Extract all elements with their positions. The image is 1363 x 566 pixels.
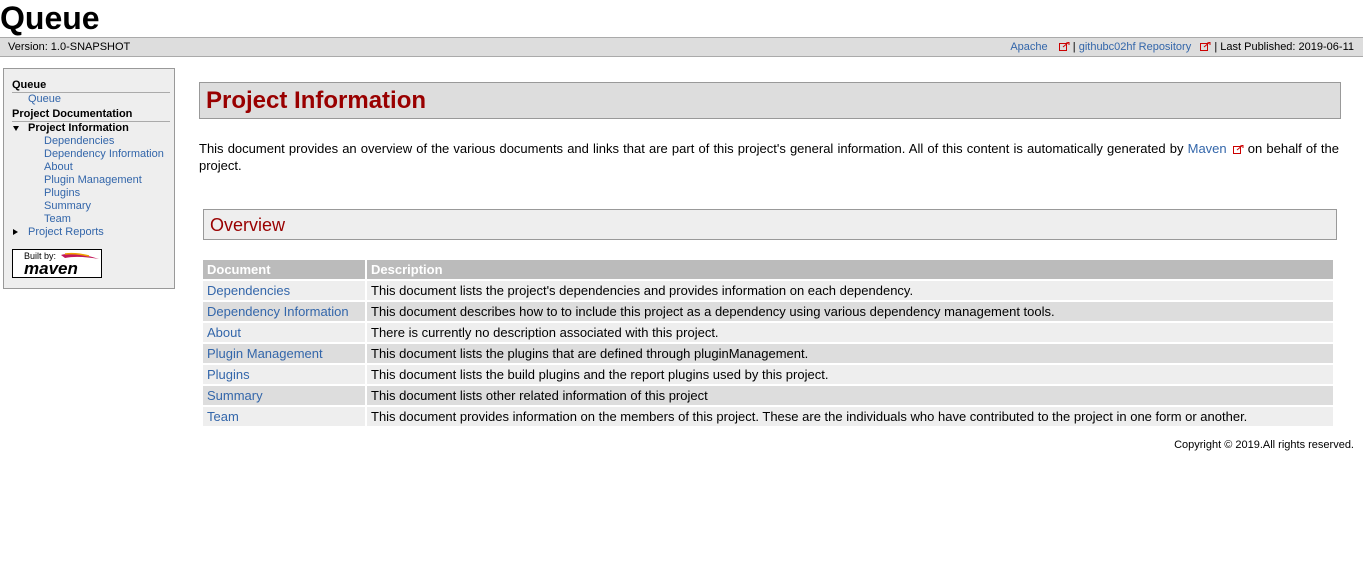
table-header-row: Document Description bbox=[203, 260, 1333, 279]
table-row: Dependency Information This document des… bbox=[203, 302, 1333, 321]
sidebar-item-plugin-management[interactable]: Plugin Management bbox=[44, 174, 142, 187]
description-cell: This document lists the build plugins an… bbox=[367, 365, 1333, 384]
last-published: Last Published: 2019-06-11 bbox=[1220, 41, 1354, 53]
sidebar-item-team[interactable]: Team bbox=[44, 213, 71, 226]
separator: | bbox=[1214, 41, 1218, 53]
collapsed-arrow-icon bbox=[13, 229, 18, 235]
intro-text: This document provides an overview of th… bbox=[199, 141, 1188, 156]
sidebar-item-project-reports[interactable]: Project Reports bbox=[28, 226, 104, 239]
external-link-icon bbox=[1232, 141, 1244, 154]
sidebar: Queue Queue Project Documentation Projec… bbox=[3, 68, 175, 289]
version-label: Version: 1.0-SNAPSHOT bbox=[8, 41, 131, 53]
page-heading: Project Information bbox=[199, 82, 1341, 119]
description-cell: This document lists the plugins that are… bbox=[367, 344, 1333, 363]
external-link-icon bbox=[1200, 39, 1211, 51]
document-link-dependencies[interactable]: Dependencies bbox=[207, 283, 290, 298]
column-header-description: Description bbox=[367, 260, 1333, 279]
sidebar-item-plugins[interactable]: Plugins bbox=[44, 187, 80, 200]
sidebar-item-project-information[interactable]: Project Information bbox=[28, 122, 129, 135]
document-link-plugins[interactable]: Plugins bbox=[207, 367, 250, 382]
document-link-summary[interactable]: Summary bbox=[207, 388, 263, 403]
sidebar-section-queue: Queue bbox=[12, 79, 170, 93]
breadcrumb-bar: Version: 1.0-SNAPSHOT Apache | githubc02… bbox=[0, 37, 1363, 57]
document-link-dependency-information[interactable]: Dependency Information bbox=[207, 304, 349, 319]
description-cell: This document lists other related inform… bbox=[367, 386, 1333, 405]
sidebar-section-project-documentation: Project Documentation bbox=[12, 108, 170, 122]
document-link-about[interactable]: About bbox=[207, 325, 241, 340]
repository-link[interactable]: githubc02hf Repository bbox=[1079, 41, 1192, 53]
external-link-icon bbox=[1058, 39, 1070, 51]
overview-title: Overview bbox=[210, 215, 286, 235]
description-cell: This document lists the project's depend… bbox=[367, 281, 1333, 300]
sidebar-item-dependency-information[interactable]: Dependency Information bbox=[44, 148, 164, 161]
sidebar-item-queue[interactable]: Queue bbox=[28, 93, 61, 106]
description-cell: This document provides information on th… bbox=[367, 407, 1333, 426]
expanded-arrow-icon bbox=[13, 126, 19, 131]
table-row: Summary This document lists other relate… bbox=[203, 386, 1333, 405]
maven-link[interactable]: Maven bbox=[1188, 141, 1227, 156]
separator: | bbox=[1072, 41, 1076, 53]
documents-table: Document Description Dependencies This d… bbox=[201, 258, 1335, 428]
table-row: About There is currently no description … bbox=[203, 323, 1333, 342]
built-by-maven-logo[interactable]: Built by: maven bbox=[12, 249, 102, 278]
breadcrumb-right: Apache | githubc02hf Repository | Last P… bbox=[1010, 38, 1354, 56]
overview-heading: Overview bbox=[203, 209, 1337, 240]
maven-logo-icon: maven bbox=[24, 252, 99, 277]
document-link-plugin-management[interactable]: Plugin Management bbox=[207, 346, 323, 361]
site-title: Queue bbox=[0, 0, 100, 36]
sidebar-item-about[interactable]: About bbox=[44, 161, 73, 174]
copyright-footer: Copyright © 2019.All rights reserved. bbox=[1174, 439, 1354, 451]
intro-paragraph: This document provides an overview of th… bbox=[199, 140, 1339, 174]
table-row: Plugins This document lists the build pl… bbox=[203, 365, 1333, 384]
description-cell: This document describes how to to includ… bbox=[367, 302, 1333, 321]
apache-link[interactable]: Apache bbox=[1010, 41, 1047, 53]
sidebar-item-dependencies[interactable]: Dependencies bbox=[44, 135, 114, 148]
table-row: Dependencies This document lists the pro… bbox=[203, 281, 1333, 300]
table-row: Team This document provides information … bbox=[203, 407, 1333, 426]
description-cell: There is currently no description associ… bbox=[367, 323, 1333, 342]
table-row: Plugin Management This document lists th… bbox=[203, 344, 1333, 363]
page-title: Project Information bbox=[206, 87, 427, 114]
column-header-document: Document bbox=[203, 260, 365, 279]
document-link-team[interactable]: Team bbox=[207, 409, 239, 424]
svg-text:maven: maven bbox=[24, 259, 78, 277]
sidebar-item-summary[interactable]: Summary bbox=[44, 200, 91, 213]
